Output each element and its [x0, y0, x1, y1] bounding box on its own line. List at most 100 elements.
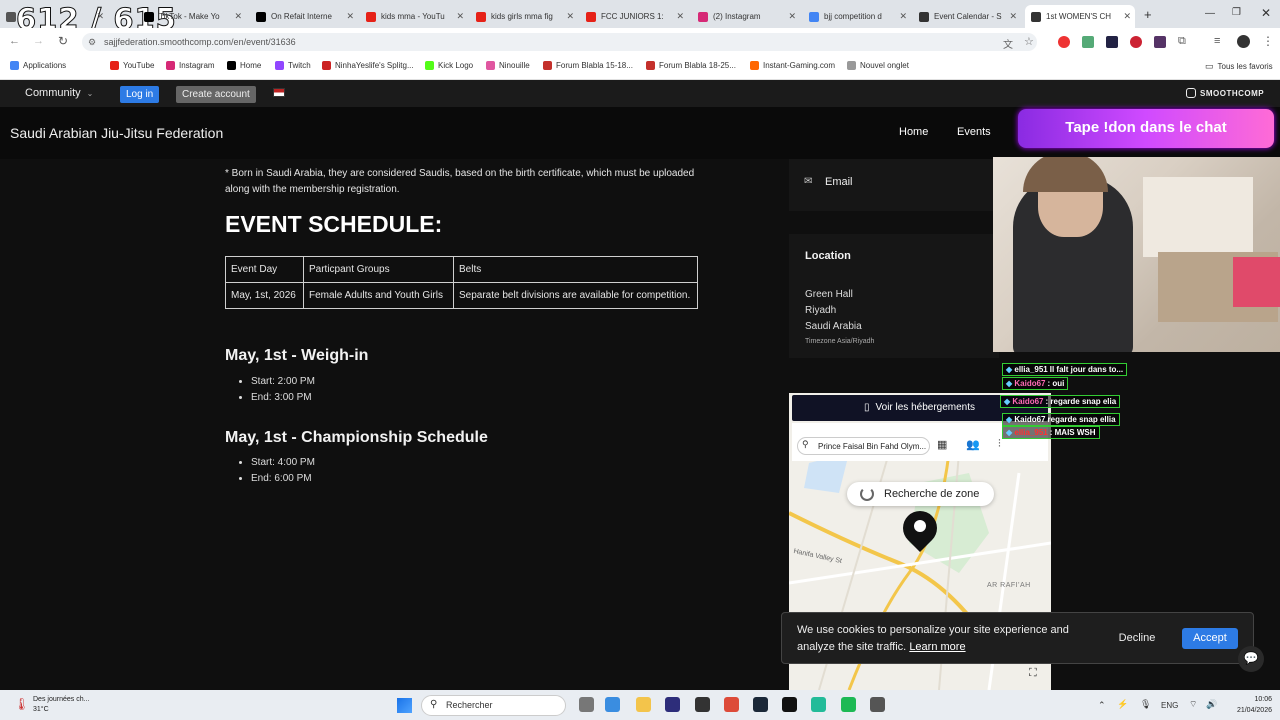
tab-label: kids girls mma fig	[491, 12, 553, 21]
close-tab-icon[interactable]: ✕	[788, 11, 796, 22]
microphone-icon[interactable]: 🎙	[1140, 699, 1151, 710]
us-flag-icon[interactable]	[273, 88, 285, 97]
task-view-icon[interactable]	[579, 697, 594, 712]
steam-icon[interactable]	[753, 697, 768, 712]
media-control-icon[interactable]: ≡	[1214, 35, 1220, 47]
back-icon[interactable]: ←	[9, 35, 20, 47]
browser-tab[interactable]: 1st WOMEN'S CH ✕	[1025, 5, 1135, 28]
browser-tab[interactable]: kids mma - YouTu ✕	[360, 5, 468, 28]
extension-icon[interactable]	[1058, 36, 1070, 48]
nav-events-link[interactable]: Events	[957, 126, 991, 138]
org-title[interactable]: Saudi Arabian Jiu-Jitsu Federation	[10, 125, 223, 141]
learn-more-link[interactable]: Learn more	[909, 641, 965, 653]
forward-icon[interactable]: →	[33, 35, 44, 47]
close-tab-icon[interactable]: ✕	[456, 11, 464, 22]
extension-icon[interactable]	[1082, 36, 1094, 48]
map-search-input[interactable]: Prince Faisal Bin Fahd Olym...	[797, 437, 930, 455]
spotify-icon[interactable]	[841, 697, 856, 712]
close-tab-icon[interactable]: ✕	[346, 11, 354, 22]
browser-tab[interactable]: FCC JUNIORS 1: ✕	[580, 5, 688, 28]
app-icon[interactable]	[695, 697, 710, 712]
chat-username: Kaido67	[1014, 379, 1046, 388]
bookmark-item[interactable]: Home	[227, 61, 261, 70]
file-explorer-icon[interactable]	[636, 697, 651, 712]
close-tab-icon[interactable]: ✕	[676, 11, 684, 22]
calendar-icon[interactable]: ▦	[937, 438, 947, 451]
bookmark-label: Home	[240, 61, 262, 70]
accept-button[interactable]: Accept	[1182, 628, 1238, 649]
bookmark-item[interactable]: Instagram	[166, 61, 215, 70]
app-icon[interactable]	[811, 697, 826, 712]
tab-label: (2) Instagram	[713, 12, 761, 21]
chrome-icon[interactable]	[724, 697, 739, 712]
browser-tab[interactable]: kids girls mma fig ✕	[470, 5, 578, 28]
extension-icon[interactable]	[1130, 36, 1142, 48]
close-tab-icon[interactable]: ✕	[1009, 11, 1017, 22]
browser-tab[interactable]: (2) Instagram ✕	[692, 5, 800, 28]
fullscreen-icon[interactable]: ⛶	[1029, 667, 1037, 680]
bookmark-item[interactable]: Forum Blabla 15-18...	[543, 61, 633, 70]
close-tab-icon[interactable]: ✕	[566, 11, 574, 22]
bookmark-item[interactable]: Twitch	[275, 61, 311, 70]
profile-avatar[interactable]	[1237, 35, 1250, 48]
clock[interactable]: 10:06 21/04/2026	[1222, 694, 1272, 716]
volume-icon[interactable]: 🔊	[1206, 699, 1217, 710]
taskbar-search[interactable]	[421, 695, 566, 716]
minimize-button[interactable]: —	[1205, 8, 1215, 19]
premiere-icon[interactable]	[665, 697, 680, 712]
nav-home-link[interactable]: Home	[899, 126, 928, 138]
login-button[interactable]: Log in	[120, 86, 160, 103]
bookmark-item[interactable]: Applications	[10, 61, 66, 70]
close-tab-icon[interactable]: ✕	[234, 11, 242, 22]
extension-icon[interactable]	[1154, 36, 1166, 48]
network-icon[interactable]: ⚡	[1117, 699, 1128, 710]
settings-icon[interactable]	[870, 697, 885, 712]
extension-icon[interactable]	[1106, 36, 1118, 48]
browser-menu-icon[interactable]: ⋮	[1262, 34, 1274, 48]
bookmark-item[interactable]: Nouvel onglet	[847, 61, 909, 70]
tiktok-icon[interactable]	[782, 697, 797, 712]
browser-tab[interactable]: bjj competition d ✕	[803, 5, 911, 28]
browser-tab[interactable]: On Refait Interne ✕	[250, 5, 358, 28]
translate-icon[interactable]: 文	[1003, 36, 1013, 51]
bookmark-item[interactable]: Instant-Gaming.com	[750, 61, 835, 70]
guests-icon[interactable]: 👥	[966, 438, 980, 451]
chat-support-icon[interactable]: 💬	[1238, 646, 1264, 672]
schedule-table: Event Day Particpant Groups Belts May, 1…	[225, 256, 698, 309]
bookmark-item[interactable]: Forum Blabla 18-25...	[646, 61, 736, 70]
bookmark-item[interactable]: Kick Logo	[425, 61, 473, 70]
new-tab-button[interactable]: +	[1144, 7, 1152, 22]
close-tab-icon[interactable]: ✕	[1123, 11, 1131, 22]
close-tab-icon[interactable]: ✕	[899, 11, 907, 22]
extensions-puzzle-icon[interactable]: ⧉	[1178, 35, 1186, 48]
wifi-icon[interactable]: ⌔	[1189, 699, 1197, 710]
close-tab-icon[interactable]: ✕	[96, 11, 104, 22]
app-icon[interactable]	[605, 697, 620, 712]
url-field[interactable]: sajjfederation.smoothcomp.com/en/event/3…	[82, 33, 1037, 51]
decline-button[interactable]: Decline	[1108, 628, 1166, 649]
create-account-button[interactable]: Create account	[176, 86, 256, 103]
bookmark-item[interactable]: YouTube	[110, 61, 154, 70]
email-link[interactable]: Email	[825, 176, 853, 188]
all-bookmarks-folder[interactable]: ▭ Tous les favoris	[1205, 61, 1273, 72]
bookmark-star-icon[interactable]: ☆	[1024, 35, 1034, 48]
reload-icon[interactable]: ↻	[58, 34, 68, 48]
community-dropdown[interactable]: Community ⌄	[25, 87, 93, 99]
site-info-icon[interactable]: ⚙	[88, 37, 96, 48]
weather-widget[interactable]: Des journées ch... 31°C	[33, 695, 89, 715]
close-window-button[interactable]: ✕	[1261, 6, 1271, 20]
chat-text: Il falt jour dans to...	[1049, 365, 1124, 374]
bookmark-item[interactable]: NinhaYeslife's Splitg...	[322, 61, 414, 70]
weather-icon[interactable]: 🌡	[14, 697, 29, 711]
bookmark-favicon-icon	[322, 61, 331, 70]
filters-icon[interactable]: ⫶	[998, 438, 1001, 451]
tray-chevron-icon[interactable]: ⌃	[1098, 700, 1106, 711]
browser-tab[interactable]: Event Calendar - S ✕	[913, 5, 1021, 28]
accommodation-button[interactable]: ▯ Voir les hébergements	[864, 402, 975, 413]
maximize-button[interactable]: ❐	[1232, 7, 1241, 18]
windows-start-icon[interactable]	[397, 698, 412, 713]
browser-tab[interactable]: ✕	[0, 5, 108, 28]
language-indicator[interactable]: ENG	[1161, 701, 1178, 710]
bookmark-item[interactable]: Ninouille	[486, 61, 530, 70]
browser-tab[interactable]: TikTok - Make Yo ✕	[138, 5, 246, 28]
